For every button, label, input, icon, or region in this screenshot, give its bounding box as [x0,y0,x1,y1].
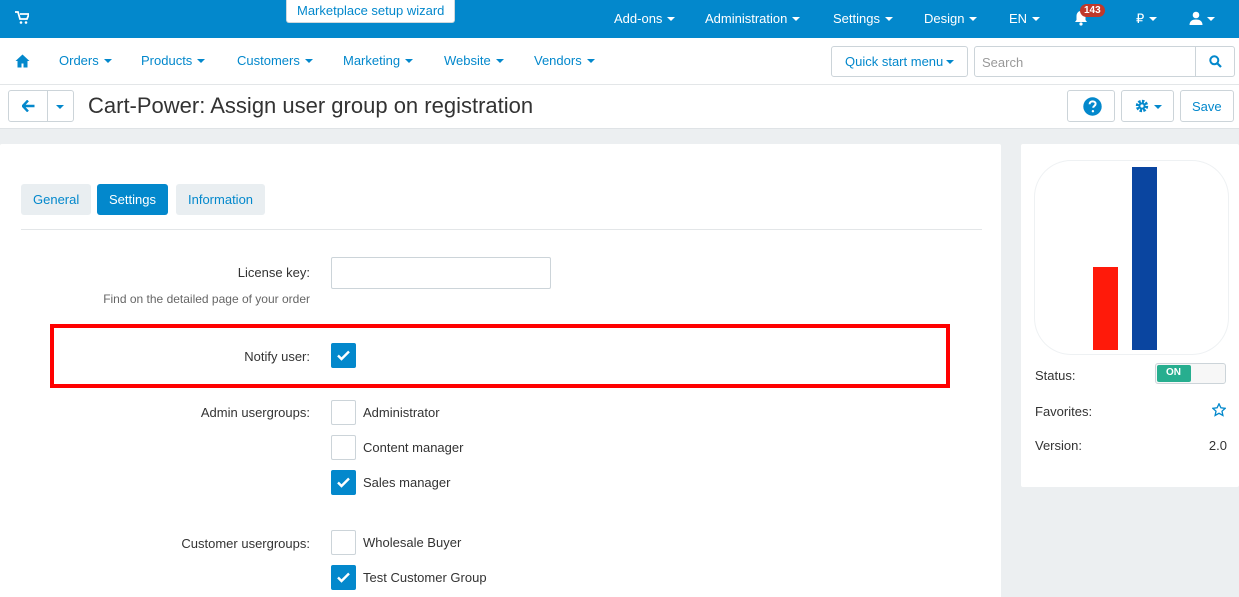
addon-info-panel: Status: Favorites: Version: 2.0 [1021,144,1239,487]
favorites-label: Favorites: [1035,404,1093,419]
nav-customers[interactable]: Customers [237,53,313,68]
notify-user-checkbox[interactable] [331,343,356,368]
help-button[interactable] [1067,90,1115,122]
search-button[interactable] [1195,46,1235,77]
wholesale-buyer-label: Wholesale Buyer [363,535,462,550]
license-key-hint: Find on the detailed page of your order [103,292,310,306]
nav-website[interactable]: Website [444,53,504,68]
cart-icon[interactable] [15,11,29,25]
quick-start-menu-button[interactable]: Quick start menu [831,46,968,77]
license-key-input[interactable] [331,257,551,289]
license-key-label: License key: [237,265,310,280]
tab-settings[interactable]: Settings [97,184,168,215]
nav-orders[interactable]: Orders [59,53,112,68]
admin-usergroups-label: Admin usergroups: [200,405,310,420]
checkbox-administrator[interactable] [331,400,356,425]
checkbox-sales-manager[interactable] [331,470,356,495]
arrow-left-icon [22,100,35,112]
menu-administration[interactable]: Administration [705,11,801,26]
status-toggle[interactable]: ON [1155,363,1226,384]
checkmark-icon [337,477,350,488]
menu-design[interactable]: Design [924,11,978,26]
back-dropdown-button[interactable] [47,90,74,122]
checkbox-content-manager[interactable] [331,435,356,460]
user-menu-caret-icon[interactable] [1207,17,1215,21]
status-on-indicator: ON [1157,365,1191,382]
back-button[interactable] [8,90,48,122]
checkmark-icon [337,572,350,583]
checkmark-icon [337,350,350,361]
tab-information[interactable]: Information [176,184,266,215]
content-manager-label: Content manager [363,440,464,455]
search-input[interactable]: Search [974,46,1196,77]
nav-marketing[interactable]: Marketing [343,53,414,68]
home-icon[interactable] [15,54,30,68]
search-icon [1209,55,1222,68]
bar-chart-logo-icon [1093,167,1157,350]
nav-vendors[interactable]: Vendors [534,53,595,68]
checkbox-wholesale-buyer[interactable] [331,530,356,555]
administrator-label: Administrator [363,405,440,420]
settings-gear-button[interactable] [1121,90,1174,122]
sales-manager-label: Sales manager [363,475,451,490]
version-value: 2.0 [1208,438,1227,453]
menu-settings[interactable]: Settings [833,11,893,26]
language-selector[interactable]: EN [1009,11,1041,26]
save-button[interactable]: Save [1180,90,1234,122]
addon-logo [1035,161,1228,354]
user-icon[interactable] [1189,11,1203,25]
menu-add-ons[interactable]: Add-ons [614,11,676,26]
status-label: Status: [1035,368,1076,383]
tabs-divider [21,229,982,230]
main-navigation: Orders Products Customers Marketing Webs… [0,38,1239,85]
question-icon [1083,97,1102,116]
page-title: Cart-Power: Assign user group on registr… [88,93,534,118]
nav-products[interactable]: Products [141,53,206,68]
gear-icon [1135,99,1149,113]
tab-general[interactable]: General [21,184,92,215]
notification-count-badge: 143 [1080,4,1105,17]
test-customer-group-label: Test Customer Group [363,570,487,585]
checkbox-test-customer-group[interactable] [331,565,356,590]
highlight-box [50,324,950,388]
page-title-bar: Cart-Power: Assign user group on registr… [0,85,1239,129]
chevron-down-icon [56,105,64,109]
chevron-down-icon [1154,105,1162,109]
notify-user-label: Notify user: [244,349,310,364]
star-icon[interactable] [1212,403,1226,417]
marketplace-setup-wizard-button[interactable]: Marketplace setup wizard [286,0,456,23]
settings-card: General Settings Information License key… [0,144,1001,597]
customer-usergroups-label: Customer usergroups: [181,536,310,551]
currency-selector[interactable]: ₽ [1136,11,1158,27]
version-label: Version: [1035,438,1082,453]
top-bar: Marketplace setup wizard Add-ons Adminis… [0,0,1239,38]
